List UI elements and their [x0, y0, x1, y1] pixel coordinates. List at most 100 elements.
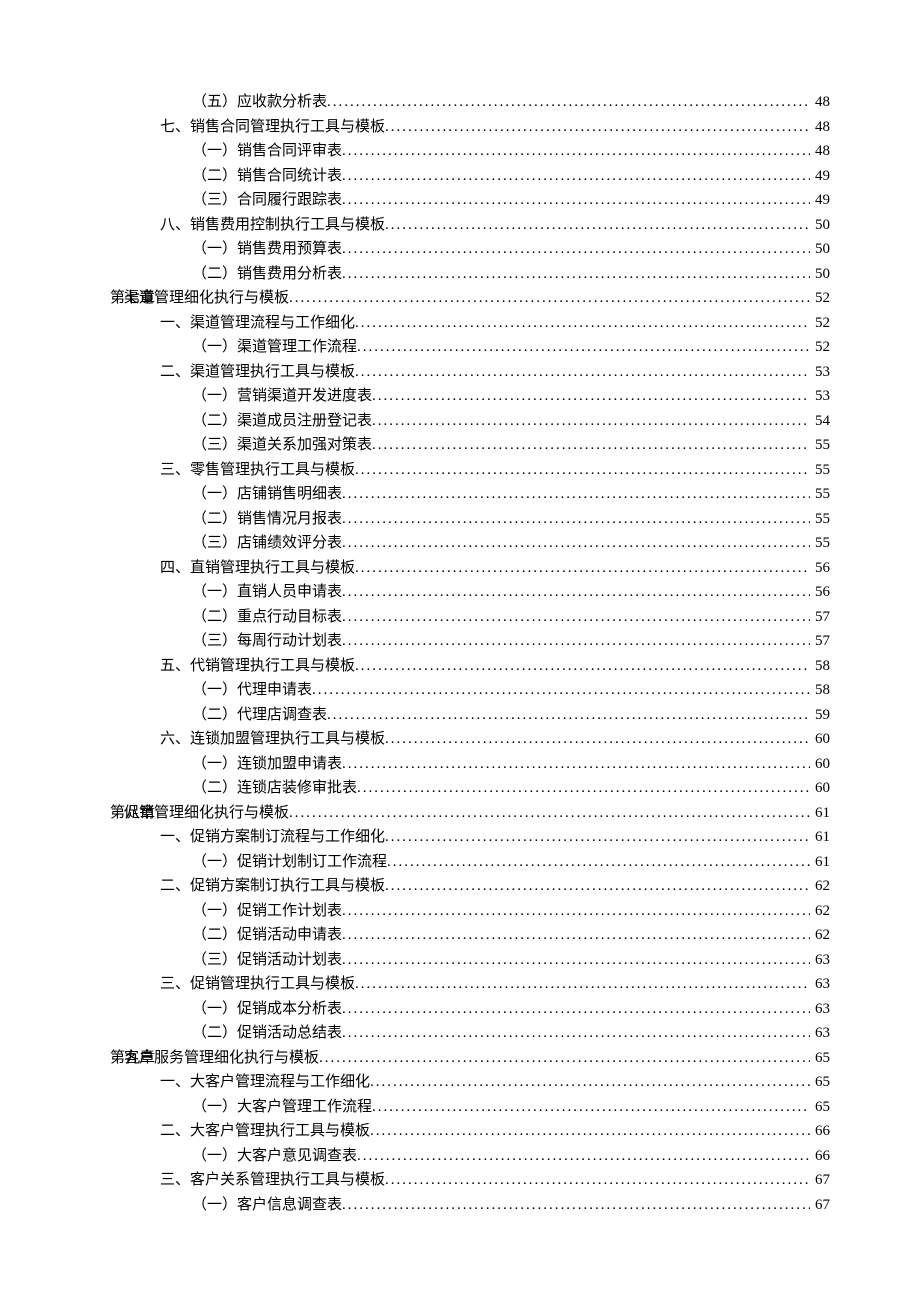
toc-page-number: 67: [810, 1168, 830, 1193]
toc-entry-title: （二）代理店调查表: [192, 703, 327, 728]
toc-entry[interactable]: 一、促销方案制订流程与工作细化.........................…: [110, 825, 830, 850]
toc-leader-dots: ........................................…: [289, 801, 810, 826]
toc-entry[interactable]: （二）促销活动申请表..............................…: [110, 923, 830, 948]
toc-entry-title: （二）销售合同统计表: [192, 164, 342, 189]
toc-entry-title: （三）每周行动计划表: [192, 629, 342, 654]
toc-entry[interactable]: （二）渠道成员注册登记表............................…: [110, 409, 830, 434]
toc-leader-dots: ........................................…: [312, 678, 810, 703]
toc-entry[interactable]: （二）代理店调查表...............................…: [110, 703, 830, 728]
toc-leader-dots: ........................................…: [342, 629, 810, 654]
toc-entry[interactable]: （一）销售费用预算表..............................…: [110, 237, 830, 262]
toc-page-number: 65: [810, 1070, 830, 1095]
toc-entry[interactable]: 二、大客户管理执行工具与模板..........................…: [110, 1119, 830, 1144]
toc-page-number: 63: [810, 997, 830, 1022]
toc-leader-dots: ........................................…: [342, 482, 810, 507]
toc-entry[interactable]: （三）店铺绩效评分表..............................…: [110, 531, 830, 556]
toc-entry[interactable]: 二、渠道管理执行工具与模板...........................…: [110, 360, 830, 385]
toc-leader-dots: ........................................…: [342, 997, 810, 1022]
toc-entry-title: （一）大客户意见调查表: [192, 1144, 357, 1169]
toc-entry[interactable]: （一）直销人员申请表..............................…: [110, 580, 830, 605]
toc-leader-dots: ........................................…: [342, 262, 810, 287]
toc-entry-title: （三）店铺绩效评分表: [192, 531, 342, 556]
toc-entry-title: 三、零售管理执行工具与模板: [160, 458, 355, 483]
toc-entry[interactable]: （二）销售合同统计表..............................…: [110, 164, 830, 189]
toc-page-number: 52: [810, 286, 830, 311]
toc-entry[interactable]: （一）连锁加盟申请表..............................…: [110, 752, 830, 777]
toc-page-number: 67: [810, 1193, 830, 1218]
toc-page-number: 65: [810, 1046, 830, 1071]
toc-entry[interactable]: （一）大客户管理工作流程............................…: [110, 1095, 830, 1120]
toc-entry[interactable]: （三）每周行动计划表..............................…: [110, 629, 830, 654]
toc-entry[interactable]: （二）重点行动目标表..............................…: [110, 605, 830, 630]
toc-entry[interactable]: （一）销售合同评审表..............................…: [110, 139, 830, 164]
toc-entry-title: （一）客户信息调查表: [192, 1193, 342, 1218]
toc-leader-dots: ........................................…: [357, 776, 810, 801]
toc-entry-title: 二、渠道管理执行工具与模板: [160, 360, 355, 385]
toc-leader-dots: ........................................…: [387, 850, 810, 875]
toc-page-number: 50: [810, 213, 830, 238]
toc-entry[interactable]: 五、代销管理执行工具与模板...........................…: [110, 654, 830, 679]
toc-entry-title: （一）促销计划制订工作流程: [192, 850, 387, 875]
toc-entry[interactable]: （三）促销活动计划表..............................…: [110, 948, 830, 973]
toc-page-number: 55: [810, 482, 830, 507]
toc-entry[interactable]: 三、促销管理执行工具与模板...........................…: [110, 972, 830, 997]
toc-entry[interactable]: 四、直销管理执行工具与模板...........................…: [110, 556, 830, 581]
toc-entry[interactable]: （二）促销活动总结表..............................…: [110, 1021, 830, 1046]
toc-entry[interactable]: （三）合同履行跟踪表..............................…: [110, 188, 830, 213]
toc-leader-dots: ........................................…: [342, 752, 810, 777]
toc-entry[interactable]: （三）渠道关系加强对策表............................…: [110, 433, 830, 458]
toc-entry[interactable]: 一、渠道管理流程与工作细化...........................…: [110, 311, 830, 336]
toc-leader-dots: ........................................…: [355, 556, 810, 581]
toc-page-number: 56: [810, 556, 830, 581]
toc-entry[interactable]: 一、大客户管理流程与工作细化..........................…: [110, 1070, 830, 1095]
toc-entry[interactable]: （一）店铺销售明细表..............................…: [110, 482, 830, 507]
toc-entry-title: （一）店铺销售明细表: [192, 482, 342, 507]
toc-entry-title: （一）连锁加盟申请表: [192, 752, 342, 777]
toc-entry[interactable]: （二）连锁店装修审批表.............................…: [110, 776, 830, 801]
toc-entry[interactable]: 第九章客户服务管理细化执行与模板........................…: [110, 1046, 830, 1071]
toc-entry[interactable]: 三、客户关系管理执行工具与模板.........................…: [110, 1168, 830, 1193]
toc-entry[interactable]: （一）营销渠道开发进度表............................…: [110, 384, 830, 409]
toc-page-number: 52: [810, 311, 830, 336]
toc-entry-title: （三）渠道关系加强对策表: [192, 433, 372, 458]
toc-entry-title: 三、促销管理执行工具与模板: [160, 972, 355, 997]
toc-entry[interactable]: （五）应收款分析表...............................…: [110, 90, 830, 115]
toc-leader-dots: ........................................…: [372, 409, 810, 434]
toc-entry-title: （一）大客户管理工作流程: [192, 1095, 372, 1120]
toc-entry[interactable]: （二）销售费用分析表..............................…: [110, 262, 830, 287]
toc-entry-title: （二）连锁店装修审批表: [192, 776, 357, 801]
toc-entry[interactable]: （一）渠道管理工作流程.............................…: [110, 335, 830, 360]
toc-entry[interactable]: （一）促销工作计划表..............................…: [110, 899, 830, 924]
toc-entry-title: （一）代理申请表: [192, 678, 312, 703]
toc-entry[interactable]: （二）销售情况月报表..............................…: [110, 507, 830, 532]
toc-leader-dots: ........................................…: [385, 1168, 810, 1193]
toc-page-number: 48: [810, 115, 830, 140]
toc-entry[interactable]: （一）代理申请表................................…: [110, 678, 830, 703]
toc-entry[interactable]: 七、销售合同管理执行工具与模板.........................…: [110, 115, 830, 140]
toc-entry-title: （一）直销人员申请表: [192, 580, 342, 605]
toc-page-number: 62: [810, 874, 830, 899]
toc-entry-title: （五）应收款分析表: [192, 90, 327, 115]
toc-entry[interactable]: （一）促销计划制订工作流程...........................…: [110, 850, 830, 875]
toc-entry[interactable]: （一）客户信息调查表..............................…: [110, 1193, 830, 1218]
toc-entry[interactable]: （一）促销成本分析表..............................…: [110, 997, 830, 1022]
toc-entry[interactable]: 六、连锁加盟管理执行工具与模板.........................…: [110, 727, 830, 752]
toc-leader-dots: ........................................…: [342, 139, 810, 164]
toc-page-number: 48: [810, 90, 830, 115]
toc-leader-dots: ........................................…: [342, 580, 810, 605]
toc-page-number: 59: [810, 703, 830, 728]
toc-entry-title: 五、代销管理执行工具与模板: [160, 654, 355, 679]
toc-entry[interactable]: 第八章促销管理细化执行与模板..........................…: [110, 801, 830, 826]
toc-entry[interactable]: （一）大客户意见调查表.............................…: [110, 1144, 830, 1169]
toc-page-number: 54: [810, 409, 830, 434]
toc-entry[interactable]: 二、促销方案制订执行工具与模板.........................…: [110, 874, 830, 899]
toc-entry[interactable]: 第七章渠道管理细化执行与模板..........................…: [110, 286, 830, 311]
toc-page-number: 61: [810, 801, 830, 826]
toc-entry[interactable]: 三、零售管理执行工具与模板...........................…: [110, 458, 830, 483]
toc-entry-title: 二、促销方案制订执行工具与模板: [160, 874, 385, 899]
toc-entry-title: （一）促销成本分析表: [192, 997, 342, 1022]
toc-entry[interactable]: 八、销售费用控制执行工具与模板.........................…: [110, 213, 830, 238]
toc-leader-dots: ........................................…: [385, 727, 810, 752]
toc-page-number: 60: [810, 776, 830, 801]
toc-page-number: 58: [810, 654, 830, 679]
